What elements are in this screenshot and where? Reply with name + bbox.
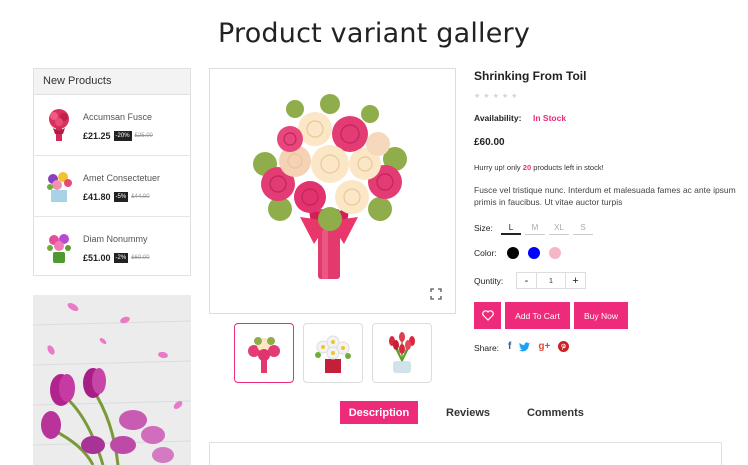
facebook-icon[interactable]: f xyxy=(508,341,511,352)
size-selector: L M XL S xyxy=(501,221,593,235)
product-thumbnail[interactable] xyxy=(42,107,76,143)
main-product-image[interactable] xyxy=(209,68,456,314)
new-product-item[interactable]: Diam Nonummy £51.00 -2% £60.00 xyxy=(34,217,190,278)
page-title: Product variant gallery xyxy=(217,18,531,49)
availability-value: In Stock xyxy=(533,113,567,123)
new-product-item[interactable]: Accumsan Fusce £21.25 -20% £25.00 xyxy=(34,95,190,156)
add-to-cart-button[interactable]: Add To Cart xyxy=(505,302,570,329)
star-icon: ★ xyxy=(492,93,499,100)
star-icon: ★ xyxy=(511,93,518,100)
expand-icon xyxy=(430,288,442,300)
stock-count: 20 xyxy=(522,163,532,172)
color-swatch-blue[interactable] xyxy=(528,247,540,259)
old-price: £60.00 xyxy=(131,255,150,261)
new-product-name[interactable]: Accumsan Fusce xyxy=(83,112,152,122)
quantity-decrease-button[interactable]: - xyxy=(517,273,536,288)
twitter-icon[interactable] xyxy=(519,341,531,352)
new-products-widget: New Products Accumsan Fusce £21.25 -20% … xyxy=(33,68,191,276)
discount-badge: -5% xyxy=(113,192,129,202)
star-icon: ★ xyxy=(501,93,509,100)
quantity-input[interactable]: 1 xyxy=(536,273,566,288)
new-product-item[interactable]: Amet Consectetuer £41.80 -5% £44.00 xyxy=(34,156,190,217)
fullscreen-zoom-button[interactable] xyxy=(426,284,446,304)
color-swatch-pink[interactable] xyxy=(549,247,561,259)
tab-reviews[interactable]: Reviews xyxy=(446,407,490,419)
buy-now-button[interactable]: Buy Now xyxy=(574,302,628,329)
star-icon: ★ xyxy=(483,93,490,100)
share-label: Share: xyxy=(474,343,500,353)
new-products-heading: New Products xyxy=(34,69,190,95)
stock-notice-suffix: products left in stock! xyxy=(533,163,604,172)
product-actions: Add To Cart Buy Now xyxy=(474,302,628,329)
pinterest-icon[interactable] xyxy=(558,341,570,352)
size-option-l[interactable]: L xyxy=(501,221,521,235)
thumbnail-rose-bouquet[interactable] xyxy=(234,323,294,383)
heart-icon xyxy=(481,310,494,321)
quantity-stepper: - 1 + xyxy=(516,272,586,289)
sidebar-banner-image[interactable] xyxy=(33,295,191,465)
color-swatch-black[interactable] xyxy=(507,247,519,259)
old-price: £25.00 xyxy=(134,133,153,139)
size-label: Size: xyxy=(474,223,493,233)
size-option-xl[interactable]: XL xyxy=(549,221,569,235)
new-product-price: £51.00 xyxy=(83,253,111,263)
discount-badge: -20% xyxy=(113,131,132,141)
star-icon: ★ xyxy=(474,93,481,100)
product-description: Fusce vel tristique nunc. Interdum et ma… xyxy=(474,185,736,207)
tab-content-panel xyxy=(209,442,722,465)
product-thumbnail[interactable] xyxy=(42,229,76,265)
product-thumbnail[interactable] xyxy=(42,168,76,204)
thumbnail-gallery xyxy=(234,323,432,383)
product-title: Shrinking From Toil xyxy=(474,69,587,83)
tab-description[interactable]: Description xyxy=(340,401,418,424)
product-tabs: Description Reviews Comments xyxy=(340,401,584,424)
quantity-increase-button[interactable]: + xyxy=(566,273,585,288)
size-option-m[interactable]: M xyxy=(525,221,545,235)
wishlist-button[interactable] xyxy=(474,302,501,329)
quantity-label: Quntity: xyxy=(474,276,504,286)
old-price: £44.00 xyxy=(131,194,150,200)
tab-comments[interactable]: Comments xyxy=(527,407,584,419)
color-selector xyxy=(507,247,561,259)
thumbnail-tulip-vase[interactable] xyxy=(372,323,432,383)
color-label: Color: xyxy=(474,248,497,258)
new-product-price: £21.25 xyxy=(83,131,111,141)
thumbnail-daisy-box[interactable] xyxy=(303,323,363,383)
stock-notice: Hurry up! only 20 products left in stock… xyxy=(474,163,604,172)
discount-badge: -2% xyxy=(113,253,129,263)
new-product-name[interactable]: Diam Nonummy xyxy=(83,234,148,244)
product-price: £60.00 xyxy=(474,137,505,148)
rating-stars: ★ ★ ★ ★ ★ xyxy=(474,92,517,100)
new-product-price: £41.80 xyxy=(83,192,111,202)
size-option-s[interactable]: S xyxy=(573,221,593,235)
availability-label: Availability: xyxy=(474,113,522,123)
stock-notice-prefix: Hurry up! only xyxy=(474,163,521,172)
share-links: f g+ xyxy=(508,341,570,352)
new-product-name[interactable]: Amet Consectetuer xyxy=(83,173,160,183)
google-plus-icon[interactable]: g+ xyxy=(538,341,550,352)
